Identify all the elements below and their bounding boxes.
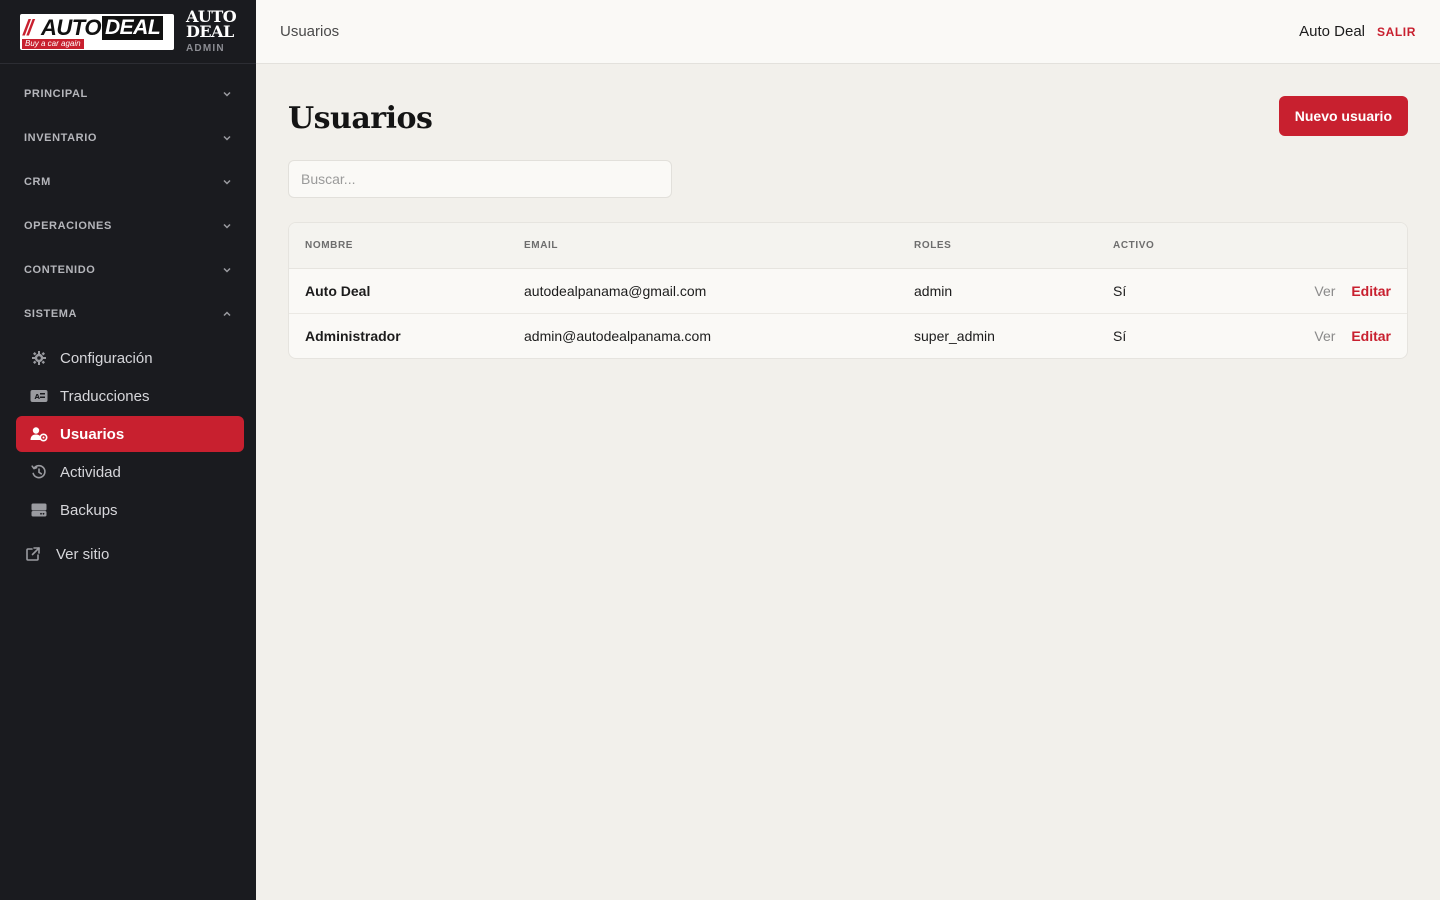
cell-roles: super_admin [914, 327, 995, 344]
external-link-icon [24, 545, 42, 563]
logo-tagline: Buy a car again [22, 38, 84, 49]
brand-text: AUTO DEAL ADMIN [186, 9, 237, 55]
column-header-nombre: NOMBRE [289, 223, 508, 269]
search-input[interactable] [288, 160, 672, 198]
nav-group-principal[interactable]: PRINCIPAL [0, 72, 256, 116]
sidebar: // AUTO DEAL Buy a car again AUTO DEAL A… [0, 0, 256, 900]
sidebar-item-configuracion[interactable]: Configuración [16, 340, 244, 376]
translate-icon: A [30, 387, 48, 405]
sistema-items: Configuración A Traducciones Usuarios Ac… [0, 336, 256, 528]
nav-group-label: CRM [24, 176, 51, 188]
logo-slashes: // [23, 14, 33, 40]
nav-group-label: PRINCIPAL [24, 88, 88, 100]
column-header-activo: ACTIVO [1097, 223, 1247, 269]
topbar: Usuarios Auto Deal SALIR [256, 0, 1440, 64]
svg-text:A: A [35, 393, 41, 401]
table-row: Auto Deal autodealpanama@gmail.com admin… [289, 268, 1407, 313]
chevron-down-icon [222, 177, 232, 187]
sidebar-item-label: Usuarios [60, 425, 125, 443]
table-header-row: NOMBRE EMAIL ROLES ACTIVO [289, 223, 1407, 269]
sidebar-nav: PRINCIPAL INVENTARIO CRM OPERACIONES CON… [0, 64, 256, 572]
logo-auto-text: AUTO [41, 14, 101, 40]
breadcrumb: Usuarios [280, 23, 340, 40]
chevron-down-icon [222, 133, 232, 143]
sidebar-item-actividad[interactable]: Actividad [16, 454, 244, 490]
chevron-up-icon [222, 309, 232, 319]
new-user-button[interactable]: Nuevo usuario [1278, 96, 1408, 136]
gear-icon [30, 349, 48, 367]
cell-nombre: Administrador [305, 327, 401, 344]
cell-actions: Ver Editar [1247, 268, 1407, 313]
cell-activo: Sí [1113, 327, 1127, 344]
nav-group-inventario[interactable]: INVENTARIO [0, 116, 256, 160]
history-icon [30, 463, 48, 481]
cell-email: autodealpanama@gmail.com [524, 282, 707, 299]
sidebar-item-label: Traducciones [60, 387, 150, 405]
view-link[interactable]: Ver [1314, 328, 1335, 344]
chevron-down-icon [222, 89, 232, 99]
sidebar-item-label: Configuración [60, 349, 153, 367]
sidebar-item-label: Actividad [60, 463, 121, 481]
sidebar-item-usuarios[interactable]: Usuarios [16, 416, 244, 452]
brand: // AUTO DEAL Buy a car again AUTO DEAL A… [0, 0, 256, 64]
chevron-down-icon [222, 221, 232, 231]
brand-title-line2: DEAL [186, 22, 234, 41]
brand-subtitle: ADMIN [186, 43, 225, 54]
cell-roles: admin [914, 282, 953, 299]
table-row: Administrador admin@autodealpanama.com s… [289, 313, 1407, 358]
sidebar-link-ver-sitio[interactable]: Ver sitio [0, 536, 256, 572]
edit-link[interactable]: Editar [1351, 328, 1391, 344]
ver-sitio-label: Ver sitio [56, 545, 110, 563]
cell-activo: Sí [1113, 282, 1127, 299]
nav-group-label: CONTENIDO [24, 264, 96, 276]
sidebar-item-backups[interactable]: Backups [16, 492, 244, 528]
sidebar-item-label: Backups [60, 501, 118, 519]
nav-group-label: INVENTARIO [24, 132, 98, 144]
users-icon [30, 425, 48, 443]
nav-group-label: SISTEMA [24, 308, 78, 320]
column-header-roles: ROLES [898, 223, 1097, 269]
cell-actions: Ver Editar [1247, 313, 1407, 358]
page-title: Usuarios [288, 100, 433, 136]
logo-deal-text: DEAL [102, 15, 164, 40]
chevron-down-icon [222, 265, 232, 275]
users-table: NOMBRE EMAIL ROLES ACTIVO Auto Deal auto… [289, 223, 1407, 358]
column-header-email: EMAIL [508, 223, 898, 269]
main-content: Usuarios Nuevo usuario NOMBRE EMAIL ROLE… [288, 64, 1408, 359]
current-user-name: Auto Deal [1299, 23, 1365, 40]
edit-link[interactable]: Editar [1351, 283, 1391, 299]
view-link[interactable]: Ver [1314, 283, 1335, 299]
topbar-user-area: Auto Deal SALIR [1299, 23, 1416, 40]
cell-nombre: Auto Deal [305, 282, 371, 299]
sidebar-item-traducciones[interactable]: A Traducciones [16, 378, 244, 414]
column-header-actions [1247, 223, 1407, 269]
cell-email: admin@autodealpanama.com [524, 327, 711, 344]
logout-link[interactable]: SALIR [1377, 25, 1416, 39]
brand-logo[interactable]: // AUTO DEAL Buy a car again [20, 13, 174, 50]
users-table-card: NOMBRE EMAIL ROLES ACTIVO Auto Deal auto… [288, 222, 1408, 359]
page-header: Usuarios Nuevo usuario [288, 64, 1408, 168]
nav-group-contenido[interactable]: CONTENIDO [0, 248, 256, 292]
nav-group-sistema[interactable]: SISTEMA [0, 292, 256, 336]
nav-group-label: OPERACIONES [24, 220, 112, 232]
nav-group-crm[interactable]: CRM [0, 160, 256, 204]
storage-icon [30, 501, 48, 519]
nav-group-operaciones[interactable]: OPERACIONES [0, 204, 256, 248]
